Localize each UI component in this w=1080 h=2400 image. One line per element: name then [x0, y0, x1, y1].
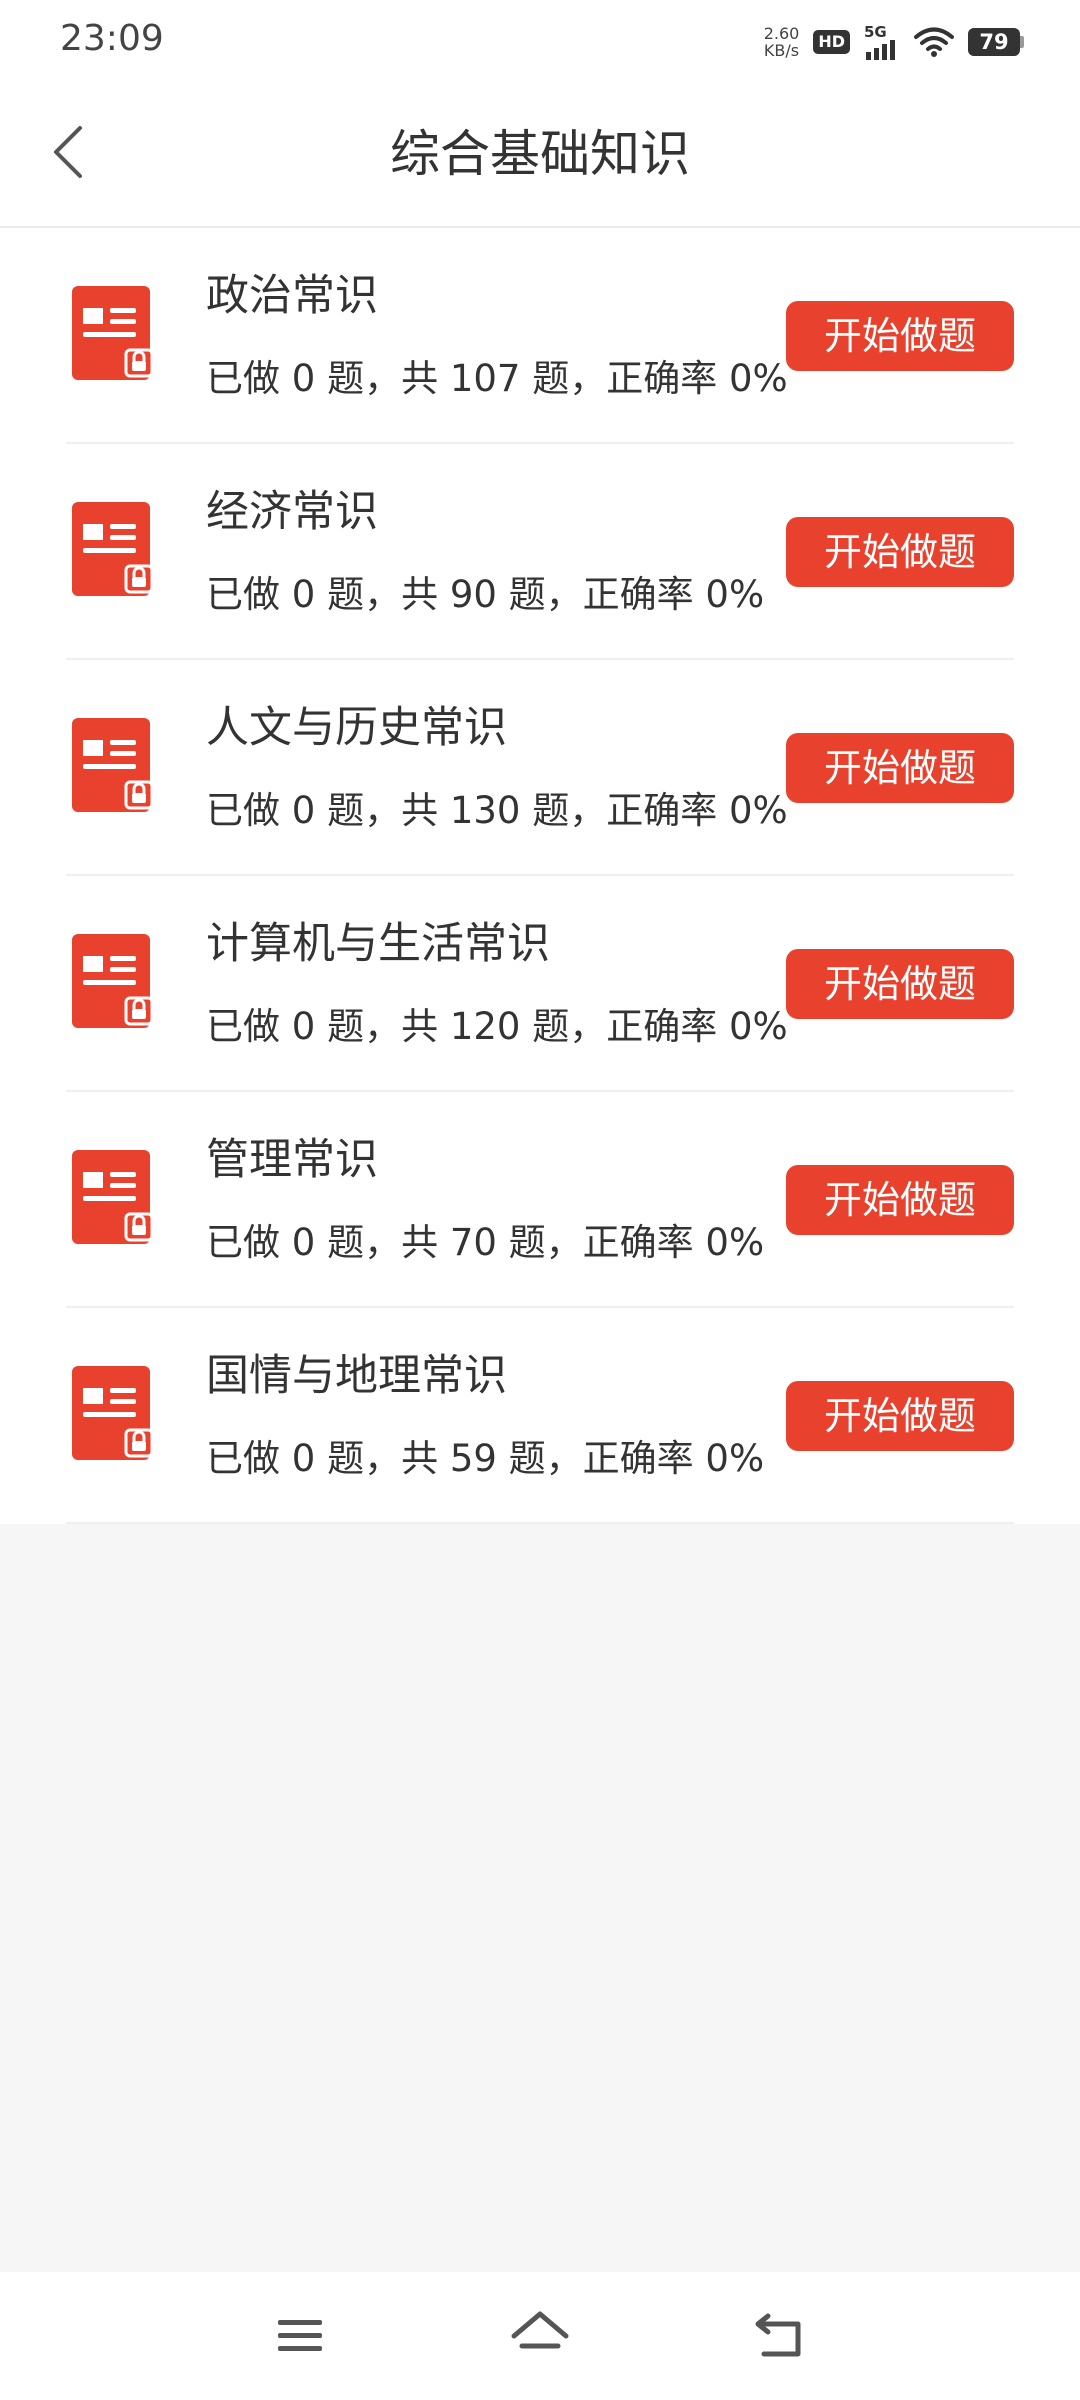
- return-icon: [755, 2313, 801, 2357]
- list-item: 管理常识 已做 0 题，共 70 题，正确率 0% 开始做题: [0, 1092, 1080, 1308]
- list-item: 人文与历史常识 已做 0 题，共 130 题，正确率 0% 开始做题: [0, 660, 1080, 876]
- signal-bars-icon: [866, 39, 895, 60]
- list-item: 政治常识 已做 0 题，共 107 题，正确率 0% 开始做题: [0, 228, 1080, 444]
- category-stats: 已做 0 题，共 59 题，正确率 0%: [206, 1437, 765, 1480]
- locked-document-icon: [72, 934, 154, 1028]
- category-title: 管理常识: [206, 1135, 378, 1185]
- start-practice-button[interactable]: 开始做题: [786, 1165, 1014, 1235]
- category-stats: 已做 0 题，共 90 题，正确率 0%: [206, 573, 765, 616]
- start-practice-button[interactable]: 开始做题: [786, 301, 1014, 371]
- start-practice-button[interactable]: 开始做题: [786, 949, 1014, 1019]
- list-item: 经济常识 已做 0 题，共 90 题，正确率 0% 开始做题: [0, 444, 1080, 660]
- battery-level: 79: [968, 28, 1020, 56]
- locked-document-icon: [72, 1366, 154, 1460]
- category-stats: 已做 0 题，共 107 题，正确率 0%: [206, 357, 788, 400]
- category-list: 政治常识 已做 0 题，共 107 题，正确率 0% 开始做题 经济常识 已做 …: [0, 228, 1080, 1524]
- category-title: 计算机与生活常识: [206, 919, 550, 969]
- category-stats: 已做 0 题，共 130 题，正确率 0%: [206, 789, 788, 832]
- category-stats: 已做 0 题，共 120 题，正确率 0%: [206, 1005, 788, 1048]
- status-bar: 23:09 2.60 KB/s HD 5G 79: [0, 0, 1080, 80]
- category-stats: 已做 0 题，共 70 题，正确率 0%: [206, 1221, 765, 1264]
- list-item: 计算机与生活常识 已做 0 题，共 120 题，正确率 0% 开始做题: [0, 876, 1080, 1092]
- network-speed-value: 2.60: [763, 24, 800, 43]
- status-icons: 2.60 KB/s HD 5G 79: [764, 20, 1024, 64]
- home-button[interactable]: [504, 2300, 576, 2372]
- list-item: 国情与地理常识 已做 0 题，共 59 题，正确率 0% 开始做题: [0, 1308, 1080, 1524]
- battery-icon: 79: [968, 28, 1024, 56]
- battery-cap: [1020, 36, 1024, 48]
- hd-icon: HD: [813, 30, 850, 54]
- category-title: 经济常识: [206, 487, 378, 537]
- start-practice-button[interactable]: 开始做题: [786, 517, 1014, 587]
- start-practice-button[interactable]: 开始做题: [786, 733, 1014, 803]
- menu-button[interactable]: [264, 2300, 336, 2372]
- locked-document-icon: [72, 1150, 154, 1244]
- system-nav-bar: [0, 2272, 1080, 2400]
- signal-label: 5G: [864, 22, 887, 41]
- nav-header: 综合基础知识: [0, 80, 1080, 228]
- locked-document-icon: [72, 718, 154, 812]
- cellular-signal: 5G: [864, 22, 900, 60]
- wifi-icon: [914, 27, 954, 57]
- page-title: 综合基础知识: [390, 125, 690, 183]
- locked-document-icon: [72, 502, 154, 596]
- return-button[interactable]: [744, 2300, 816, 2372]
- category-title: 人文与历史常识: [206, 703, 507, 753]
- category-title: 国情与地理常识: [206, 1351, 507, 1401]
- network-speed: 2.60 KB/s: [764, 25, 800, 59]
- status-time: 23:09: [60, 18, 164, 59]
- locked-document-icon: [72, 286, 154, 380]
- menu-icon: [278, 2320, 322, 2351]
- network-speed-unit: KB/s: [763, 41, 800, 60]
- home-icon: [511, 2311, 569, 2349]
- start-practice-button[interactable]: 开始做题: [786, 1381, 1014, 1451]
- category-title: 政治常识: [206, 271, 378, 321]
